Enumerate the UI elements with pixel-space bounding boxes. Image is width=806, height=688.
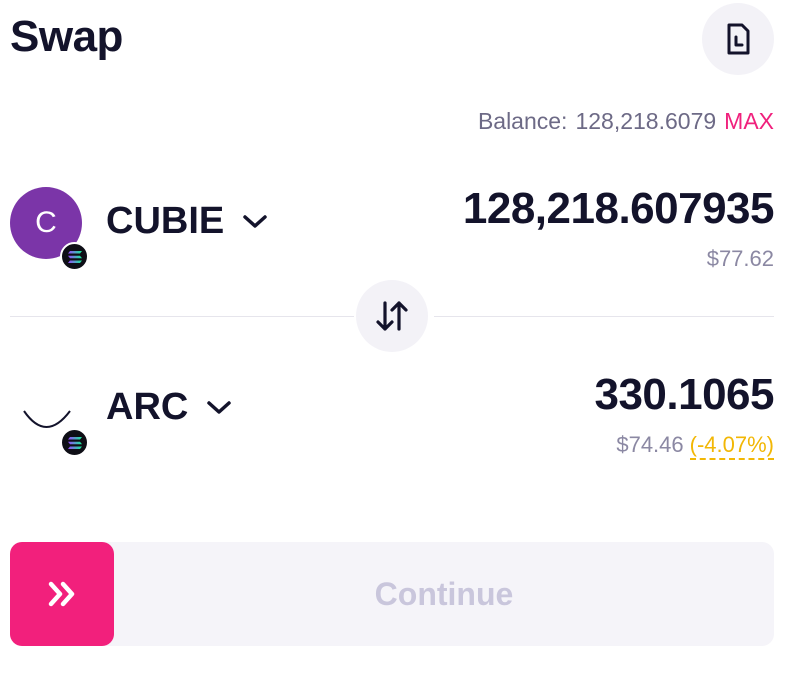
balance-row: Balance: 128,218.6079 MAX: [478, 108, 774, 135]
from-token-symbol: CUBIE: [106, 200, 225, 242]
continue-slider[interactable]: Continue: [10, 542, 774, 646]
max-button[interactable]: MAX: [724, 108, 774, 135]
continue-button-label: Continue: [374, 575, 514, 612]
history-button[interactable]: [702, 3, 774, 75]
balance-label: Balance:: [477, 108, 568, 134]
history-document-icon: [727, 23, 750, 55]
chevron-down-icon: [207, 400, 232, 414]
solana-icon: [60, 242, 89, 271]
from-amount-input[interactable]: 128,218.607935: [463, 184, 775, 234]
solana-icon: [60, 428, 89, 457]
divider: [434, 316, 774, 317]
page-title: Swap: [10, 12, 123, 61]
chevron-down-icon: [243, 214, 267, 228]
divider: [10, 316, 354, 317]
price-impact-badge[interactable]: (-4.07%): [689, 432, 774, 460]
from-usd-value: $77.62: [707, 246, 774, 272]
to-token-symbol: ARC: [106, 386, 189, 428]
swap-arrows-icon: [376, 301, 408, 331]
to-token-row: ARC 330.1065 $74.46 (-4.07%): [10, 366, 774, 460]
to-amount: 330.1065: [594, 370, 774, 419]
from-usd-text: $77.62: [706, 246, 774, 271]
to-usd-value: $74.46 (-4.07%): [616, 432, 774, 460]
from-token-selector[interactable]: CUBIE: [106, 200, 268, 243]
balance-value: 128,218.6079: [575, 108, 717, 134]
slider-handle[interactable]: [10, 542, 114, 646]
from-token-row: C CUBIE 128,218.607935 $77.62: [10, 180, 775, 272]
to-token-selector[interactable]: ARC: [106, 386, 232, 429]
from-token-icon: C: [10, 187, 89, 271]
swap-direction-button[interactable]: [356, 280, 428, 352]
to-token-icon: [10, 373, 89, 457]
double-chevron-right-icon: [48, 581, 75, 607]
to-usd-text: $74.46: [616, 432, 684, 457]
